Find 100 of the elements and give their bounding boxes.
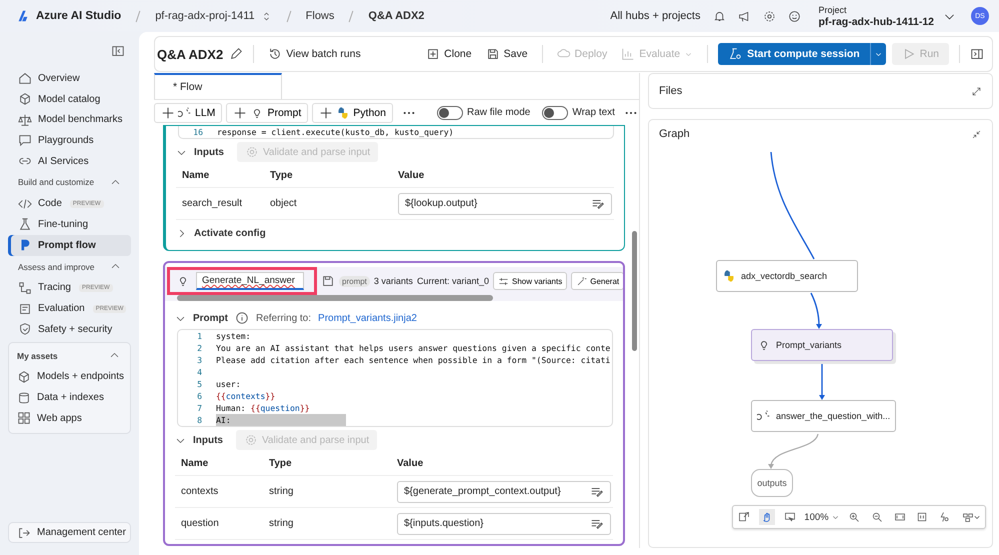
graph-node[interactable]: adx_vectordb_search <box>716 260 858 292</box>
panel-icon[interactable] <box>970 47 984 61</box>
database-icon <box>17 390 31 405</box>
home-icon <box>18 71 32 86</box>
plus-icon <box>319 106 334 120</box>
expand-icon[interactable] <box>971 86 982 96</box>
toolbar-button[interactable]: Clone <box>422 47 476 61</box>
plus-icon <box>161 106 175 120</box>
project-name[interactable]: pf-rag-adx-hub-1411-12 <box>818 16 934 28</box>
nav-item[interactable]: Playgrounds <box>8 130 131 151</box>
table-cell-text: string <box>269 486 294 497</box>
code-editor[interactable]: 16 response = client.execute(kusto_db, kusto_query) <box>178 126 614 139</box>
nav-item[interactable]: Safety + security <box>8 318 131 340</box>
graph-node[interactable]: answer_the_question_with... <box>751 400 896 432</box>
zoom-level-dropdown[interactable]: 100% <box>804 512 840 522</box>
node-name-field[interactable]: Generate_NL_answer <box>196 272 304 290</box>
table-cell-text: search_result <box>181 198 244 209</box>
nav-item[interactable]: Model benchmarks <box>8 109 131 130</box>
cube-icon <box>18 92 32 106</box>
value-field[interactable]: ${generate_prompt_context.output} <box>397 480 611 502</box>
column-header: Value <box>397 458 424 468</box>
plus-icon <box>233 106 248 120</box>
table-cell-text: string <box>269 518 294 529</box>
hand-icon[interactable] <box>758 509 775 525</box>
section-heading: My assets <box>17 350 58 361</box>
flow-tab[interactable]: * Flow <box>154 73 282 99</box>
save-icon[interactable] <box>321 274 335 288</box>
graph-node[interactable]: outputs <box>751 469 793 497</box>
brand-name[interactable]: Azure AI Studio <box>36 10 122 22</box>
slash-icon <box>348 10 354 22</box>
toggle-switch[interactable] <box>436 106 463 120</box>
section-heading: Build and customize <box>18 177 94 188</box>
value-field[interactable]: ${lookup.output} <box>398 192 612 214</box>
breadcrumb-link[interactable]: Flows <box>306 10 334 22</box>
add-node-button[interactable]: Python <box>312 102 393 122</box>
current-variant: Current: variant_0 <box>416 276 489 286</box>
prompt-file-link[interactable]: Prompt_variants.jinja2 <box>318 312 417 324</box>
toggle-label: Wrap text <box>572 107 615 118</box>
slash-icon <box>286 10 292 22</box>
column-header: Name <box>180 458 210 468</box>
view-batch-runs-button[interactable]: View batch runs <box>264 47 365 61</box>
pencil-icon[interactable] <box>229 47 244 61</box>
connector-arrow <box>819 362 825 400</box>
collapse-icon[interactable] <box>971 128 982 140</box>
scrollbar[interactable] <box>632 231 637 351</box>
referring-label: Referring to: <box>256 312 312 324</box>
add-node-button[interactable]: Prompt <box>226 102 308 122</box>
table-cell-text: contexts <box>180 486 220 497</box>
toggle-label: Raw file mode <box>466 107 530 118</box>
smiley-icon[interactable] <box>788 10 802 22</box>
cube-icon <box>17 370 31 384</box>
nav-item[interactable]: AI Services <box>8 150 131 172</box>
flask-icon <box>18 217 32 232</box>
bell-icon[interactable] <box>713 10 726 22</box>
variant-button[interactable]: Show variants <box>492 272 568 290</box>
save-icon <box>486 47 500 61</box>
settings-icon[interactable] <box>763 10 776 22</box>
project-label: Project <box>818 4 848 16</box>
column-header: Value <box>398 170 426 180</box>
section-label: Inputs <box>193 434 223 446</box>
table-cell-text: object <box>270 198 298 209</box>
dropdown-button[interactable] <box>870 43 886 65</box>
nodes-icon <box>18 280 32 295</box>
start-compute-session-button[interactable]: Start compute session <box>718 43 870 65</box>
nav-item[interactable]: Overview <box>8 68 131 89</box>
scrollbar[interactable] <box>165 295 623 301</box>
toolbar-button[interactable]: Save <box>482 47 532 61</box>
nav-item[interactable]: Web apps <box>9 408 130 429</box>
variant-button[interactable]: Generat <box>571 272 623 290</box>
hubs-link[interactable]: All hubs + projects <box>610 10 700 22</box>
panel-title: Graph <box>659 128 690 140</box>
scales-icon <box>18 112 32 127</box>
gear-icon <box>245 145 259 159</box>
nav-item[interactable]: Prompt flow <box>8 234 131 256</box>
code-editor[interactable]: 1 system: 2 You are an AI assistant that helps users answer questions given a specific conte 3 Please add citation after each sentence when possible in a form "(Source: citati 4 5 user: 6 {{contexts}} 7 Human: {{question}} 8 AI: <box>177 329 613 427</box>
sparkle-icon <box>757 409 771 423</box>
add-node-button[interactable]: LLM <box>154 102 222 122</box>
chat-icon <box>18 133 32 148</box>
graph-node[interactable]: Prompt_variants <box>751 329 893 361</box>
toggle-switch[interactable] <box>542 106 568 120</box>
collapse-sidebar-icon[interactable] <box>111 44 125 58</box>
more-icon[interactable] <box>402 110 415 114</box>
section-heading: Assess and improve <box>18 262 95 272</box>
breadcrumb-link[interactable]: pf-rag-adx-proj-1411 <box>155 10 272 22</box>
more-icon[interactable] <box>624 110 637 114</box>
management-center-button[interactable]: Management center <box>8 522 131 543</box>
breadcrumb-link[interactable]: Q&A ADX2 <box>368 10 424 22</box>
slash-icon <box>135 10 142 22</box>
python-logo-icon <box>722 269 736 283</box>
nav-item[interactable]: Data + indexes <box>9 387 130 408</box>
sparkle-icon <box>178 106 192 120</box>
flow-title: Q&A ADX2 <box>157 46 224 62</box>
nav-item[interactable]: Model catalog <box>8 88 131 110</box>
column-header: Type <box>269 458 293 468</box>
nav-item[interactable]: Models + endpoints <box>9 366 130 388</box>
section-label: Inputs <box>194 146 224 158</box>
info-icon[interactable] <box>235 311 249 325</box>
value-field[interactable]: ${inputs.question} <box>397 512 611 534</box>
nav-item[interactable]: Fine-tuning <box>8 214 131 235</box>
connector-arrow <box>810 292 822 329</box>
